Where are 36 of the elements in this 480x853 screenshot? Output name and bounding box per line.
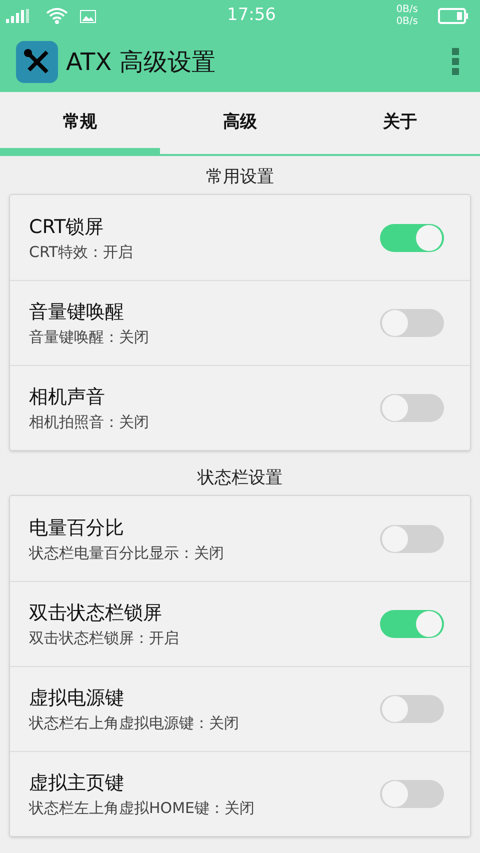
setting-description: 状态栏电量百分比显示：关闭 xyxy=(29,542,224,564)
toggle-switch[interactable] xyxy=(380,610,444,638)
app-title: ATX 高级设置 xyxy=(66,46,216,78)
toggle-switch[interactable] xyxy=(380,394,444,422)
signal-icon xyxy=(6,9,30,24)
setting-description: CRT特效：开启 xyxy=(29,242,133,262)
app-icon xyxy=(16,40,58,83)
toggle-switch[interactable] xyxy=(380,695,444,723)
setting-description: 音量键唤醒：关闭 xyxy=(29,327,149,348)
setting-description: 相机拍照音：关闭 xyxy=(29,412,149,433)
image-icon xyxy=(80,10,96,23)
setting-title: 虚拟主页键 xyxy=(29,771,125,796)
tab[interactable]: 常规 xyxy=(0,92,160,154)
toggle-switch[interactable] xyxy=(380,224,444,252)
tab[interactable]: 高级 xyxy=(160,92,320,154)
download-speed: 0B/s xyxy=(396,16,418,28)
toggle-switch[interactable] xyxy=(380,780,444,808)
section-header: 状态栏设置 xyxy=(196,467,284,489)
toggle-switch[interactable] xyxy=(380,309,444,337)
battery-icon xyxy=(438,8,468,24)
setting-title: 虚拟电源键 xyxy=(29,686,125,711)
clock: 17:56 xyxy=(227,4,276,28)
setting-title: 电量百分比 xyxy=(29,516,125,540)
overflow-menu-icon[interactable] xyxy=(452,48,460,76)
upload-speed: 0B/s xyxy=(396,4,418,16)
toggle-switch[interactable] xyxy=(380,524,444,552)
setting-description: 双击状态栏锁屏：开启 xyxy=(29,628,179,649)
setting-title: 音量键唤醒 xyxy=(29,300,125,325)
setting-description: 状态栏右上角虚拟电源键：关闭 xyxy=(29,713,239,734)
tab[interactable]: 关于 xyxy=(320,92,480,154)
setting-title: 相机声音 xyxy=(29,385,106,410)
wifi-icon xyxy=(46,8,68,24)
setting-title: 双击状态栏锁屏 xyxy=(29,601,163,626)
section-header: 常用设置 xyxy=(205,166,275,188)
setting-title: CRT锁屏 xyxy=(29,214,105,240)
setting-description: 状态栏左上角虚拟HOME键：关闭 xyxy=(29,798,255,819)
